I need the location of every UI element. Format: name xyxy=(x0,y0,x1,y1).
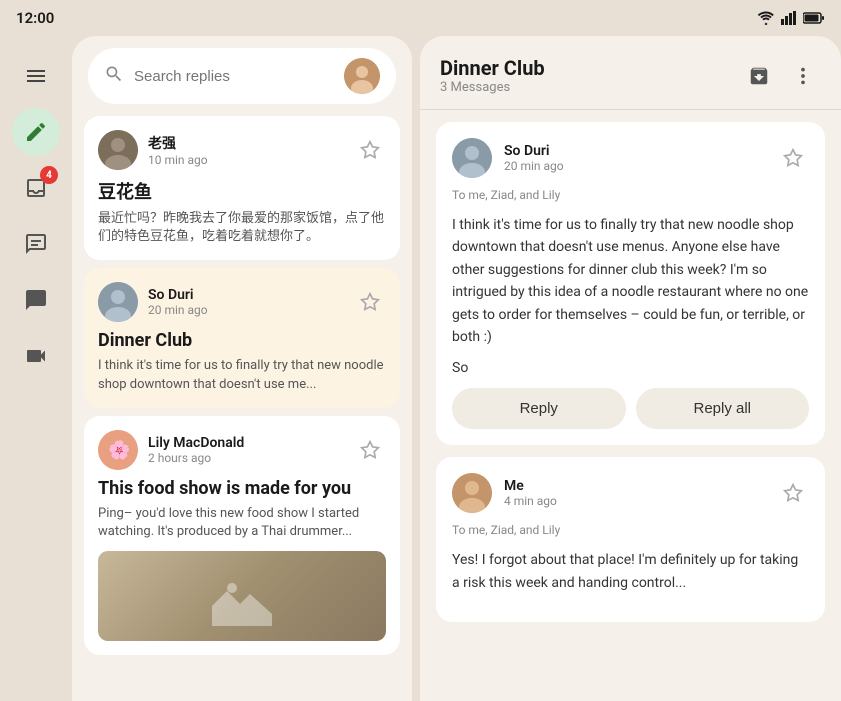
email-sender-info-2: Me 4 min ago xyxy=(504,478,765,508)
email-card-2: Me 4 min ago To me, Ziad, and Lily Yes! … xyxy=(436,457,825,622)
search-input[interactable] xyxy=(134,68,334,85)
chat-icon xyxy=(24,288,48,312)
detail-title: Dinner Club xyxy=(440,56,545,80)
email-body-1: I think it's time for us to finally try … xyxy=(452,214,809,348)
search-icon xyxy=(104,64,124,88)
message-item-1[interactable]: 老强 10 min ago 豆花鱼 最近忙吗？昨晚我去了你最爱的那家饭馆，点了他… xyxy=(84,116,400,260)
compose-button[interactable] xyxy=(12,108,60,156)
email-time-2: 4 min ago xyxy=(504,494,765,508)
status-icons xyxy=(757,11,825,25)
email-body-2: Yes! I forgot about that place! I'm defi… xyxy=(452,549,809,594)
email-avatar-1 xyxy=(452,138,492,178)
star-button-1[interactable] xyxy=(354,134,386,166)
battery-icon xyxy=(803,12,825,24)
sender-avatar-3: 🌸 xyxy=(98,430,138,470)
msg-preview-1: 最近忙吗？昨晚我去了你最爱的那家饭馆，点了他们的特色豆花鱼，吃着吃着就想你了。 xyxy=(98,210,386,246)
inbox-button[interactable]: 4 xyxy=(12,164,60,212)
email-sender-info-1: So Duri 20 min ago xyxy=(504,143,765,173)
video-icon xyxy=(24,344,48,368)
sender-info-1: 老强 10 min ago xyxy=(148,133,344,167)
user-avatar[interactable] xyxy=(344,58,380,94)
detail-messages: So Duri 20 min ago To me, Ziad, and Lily… xyxy=(420,110,841,701)
detail-actions xyxy=(741,58,821,94)
message-list-panel: 老强 10 min ago 豆花鱼 最近忙吗？昨晚我去了你最爱的那家饭馆，点了他… xyxy=(72,36,412,701)
svg-text:🌸: 🌸 xyxy=(108,439,130,461)
menu-icon xyxy=(24,64,48,88)
email-recipients-2: To me, Ziad, and Lily xyxy=(452,523,809,537)
email-recipients-1: To me, Ziad, and Lily xyxy=(452,188,809,202)
status-time: 12:00 xyxy=(16,9,54,27)
detail-header: Dinner Club 3 Messages xyxy=(420,36,841,110)
reply-button[interactable]: Reply xyxy=(452,388,626,429)
msg-image-3 xyxy=(98,551,386,641)
star-button-2[interactable] xyxy=(354,286,386,318)
sender-name-2: So Duri xyxy=(148,287,344,303)
signal-icon xyxy=(781,11,797,25)
reply-all-button[interactable]: Reply all xyxy=(636,388,810,429)
video-button[interactable] xyxy=(12,332,60,380)
search-bar xyxy=(88,48,396,104)
email-card-1: So Duri 20 min ago To me, Ziad, and Lily… xyxy=(436,122,825,445)
msg-preview-2: I think it's time for us to finally try … xyxy=(98,357,386,393)
notes-icon xyxy=(24,232,48,256)
msg-title-2: Dinner Club xyxy=(98,330,386,351)
message-item-2[interactable]: So Duri 20 min ago Dinner Club I think i… xyxy=(84,268,400,407)
compose-icon xyxy=(24,120,48,144)
archive-icon xyxy=(748,65,770,87)
email-sender-name-2: Me xyxy=(504,478,765,494)
status-bar: 12:00 xyxy=(0,0,841,36)
message-item-3[interactable]: 🌸 Lily MacDonald 2 hours ago This food s… xyxy=(84,416,400,655)
email-star-2[interactable] xyxy=(777,477,809,509)
email-avatar-2 xyxy=(452,473,492,513)
sender-name-3: Lily MacDonald xyxy=(148,435,344,451)
detail-panel: Dinner Club 3 Messages xyxy=(420,36,841,701)
sender-name-1: 老强 xyxy=(148,133,344,153)
nav-sidebar: 4 xyxy=(0,36,72,701)
msg-title-1: 豆花鱼 xyxy=(98,178,386,204)
msg-time-3: 2 hours ago xyxy=(148,451,344,465)
email-sender-name-1: So Duri xyxy=(504,143,765,159)
email-time-1: 20 min ago xyxy=(504,159,765,173)
chat-button[interactable] xyxy=(12,276,60,324)
archive-button[interactable] xyxy=(741,58,777,94)
msg-title-3: This food show is made for you xyxy=(98,478,386,499)
inbox-badge: 4 xyxy=(40,166,58,184)
sender-avatar-2 xyxy=(98,282,138,322)
star-button-3[interactable] xyxy=(354,434,386,466)
sender-info-2: So Duri 20 min ago xyxy=(148,287,344,317)
msg-time-2: 20 min ago xyxy=(148,303,344,317)
menu-button[interactable] xyxy=(12,52,60,100)
sender-info-3: Lily MacDonald 2 hours ago xyxy=(148,435,344,465)
email-star-1[interactable] xyxy=(777,142,809,174)
msg-preview-3: Ping– you'd love this new food show I st… xyxy=(98,505,386,541)
more-button[interactable] xyxy=(785,58,821,94)
more-vert-icon xyxy=(792,65,814,87)
notes-button[interactable] xyxy=(12,220,60,268)
sender-avatar-1 xyxy=(98,130,138,170)
reply-actions-1: Reply Reply all xyxy=(452,388,809,429)
detail-subtitle: 3 Messages xyxy=(440,80,545,95)
msg-time-1: 10 min ago xyxy=(148,153,344,167)
email-signature-1: So xyxy=(452,360,809,376)
wifi-icon xyxy=(757,11,775,25)
message-list: 老强 10 min ago 豆花鱼 最近忙吗？昨晚我去了你最爱的那家饭馆，点了他… xyxy=(72,116,412,701)
